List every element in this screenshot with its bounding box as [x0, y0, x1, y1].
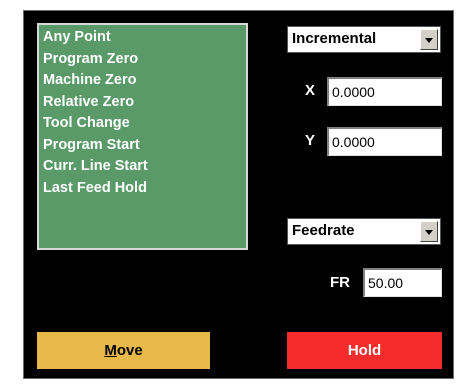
target-point-list[interactable]: Any Point Program Zero Machine Zero Rela…: [37, 23, 248, 250]
list-item-machine-zero[interactable]: Machine Zero: [43, 70, 242, 92]
x-input[interactable]: [327, 77, 442, 106]
mode-dropdown[interactable]: Incremental: [287, 26, 441, 53]
feed-dropdown[interactable]: Feedrate: [287, 218, 441, 245]
feed-dropdown-value: Feedrate: [292, 222, 355, 239]
list-item-relative-zero[interactable]: Relative Zero: [43, 92, 242, 114]
mode-dropdown-value: Incremental: [292, 30, 377, 47]
list-item-last-feed-hold[interactable]: Last Feed Hold: [43, 178, 242, 200]
move-button[interactable]: Move: [37, 332, 210, 369]
move-button-label: ove: [116, 342, 143, 359]
x-label: X: [305, 82, 316, 99]
fr-label: FR: [330, 274, 350, 291]
y-input[interactable]: [327, 127, 442, 156]
move-button-hotkey: M: [104, 342, 117, 359]
chevron-down-icon[interactable]: [420, 29, 438, 50]
feedrate-input[interactable]: [363, 268, 442, 297]
y-label: Y: [305, 132, 316, 149]
chevron-down-icon[interactable]: [420, 221, 438, 242]
list-item-program-start[interactable]: Program Start: [43, 135, 242, 157]
list-item-any-point[interactable]: Any Point: [43, 27, 242, 49]
list-item-program-zero[interactable]: Program Zero: [43, 49, 242, 71]
list-item-curr-line-start[interactable]: Curr. Line Start: [43, 156, 242, 178]
hold-button[interactable]: Hold: [287, 332, 442, 369]
list-item-tool-change[interactable]: Tool Change: [43, 113, 242, 135]
move-hold-panel: Any Point Program Zero Machine Zero Rela…: [23, 10, 454, 379]
